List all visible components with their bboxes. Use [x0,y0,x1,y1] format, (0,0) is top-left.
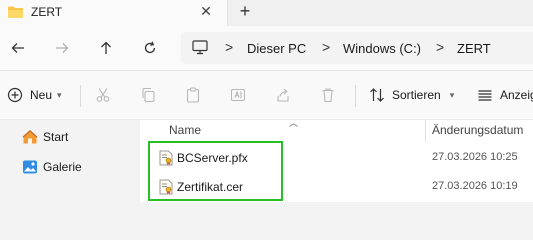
selection-highlight [148,141,283,201]
tab-zert[interactable]: ZERT ✕ [0,0,228,26]
tab-title: ZERT [31,5,63,19]
sidebar-item-start[interactable]: Start [22,128,68,146]
navigation-pane: Start Galerie [0,120,140,202]
gallery-icon [23,160,37,174]
sort-button-label: Sortieren [392,88,441,102]
sidebar-item-label: Galerie [43,160,82,174]
chevron-up-icon: ︿ [289,118,299,128]
breadcrumb-separator-icon[interactable]: > [322,39,330,55]
sidebar-item-galerie[interactable]: Galerie [22,158,82,176]
new-tab-button[interactable]: + [236,1,254,22]
tab-bar: ZERT ✕ + [0,0,533,26]
file-date: 27.03.2026 10:25 [432,151,518,163]
view-list-icon [478,90,492,101]
arrow-up-icon[interactable] [95,37,117,59]
paste-icon[interactable] [185,84,201,106]
chevron-down-icon: ▾ [57,89,62,100]
copy-icon[interactable] [140,84,156,106]
plus-circle-icon [7,87,23,103]
share-icon[interactable] [275,84,291,106]
file-list: ︿ Name Änderungsdatum BCServer.pfx 27.03… [140,118,533,202]
arrow-left-icon[interactable] [7,37,29,59]
view-button[interactable]: Anzeig [477,84,533,106]
new-button[interactable]: Neu ▾ [7,84,62,106]
sidebar-item-label: Start [43,130,69,144]
breadcrumb-zert[interactable]: ZERT [457,41,491,56]
delete-icon[interactable] [320,84,336,106]
navigation-bar: > Dieser PC > Windows (C:) > ZERT [0,26,533,70]
chevron-down-icon: ▾ [449,89,455,100]
cut-icon[interactable] [95,84,111,106]
breadcrumb-separator-icon[interactable]: > [436,39,444,55]
view-button-label: Anzeig [500,88,533,102]
column-header-name[interactable]: Name [169,123,201,137]
breadcrumb-windows-c[interactable]: Windows (C:) [343,41,421,56]
divider [355,85,356,107]
file-date: 27.03.2026 10:19 [432,180,518,192]
refresh-icon[interactable] [139,37,161,59]
divider [80,85,81,107]
folder-icon [8,6,23,18]
address-bar[interactable]: > Dieser PC > Windows (C:) > ZERT [181,32,533,64]
close-icon[interactable]: ✕ [197,3,215,20]
column-header-date[interactable]: Änderungsdatum [432,123,523,137]
column-divider[interactable] [425,120,426,142]
arrow-right-icon[interactable] [51,37,73,59]
sort-icon [370,88,384,102]
rename-icon[interactable] [230,84,246,106]
new-button-label: Neu [30,88,53,102]
sort-button[interactable]: Sortieren ▾ [369,84,454,106]
breadcrumb-dieser-pc[interactable]: Dieser PC [247,41,306,56]
home-icon [22,129,38,144]
breadcrumb-separator-icon[interactable]: > [225,39,233,55]
computer-icon [192,40,208,58]
command-bar: Neu ▾ Sortieren ▾ Anzeig [0,71,533,119]
